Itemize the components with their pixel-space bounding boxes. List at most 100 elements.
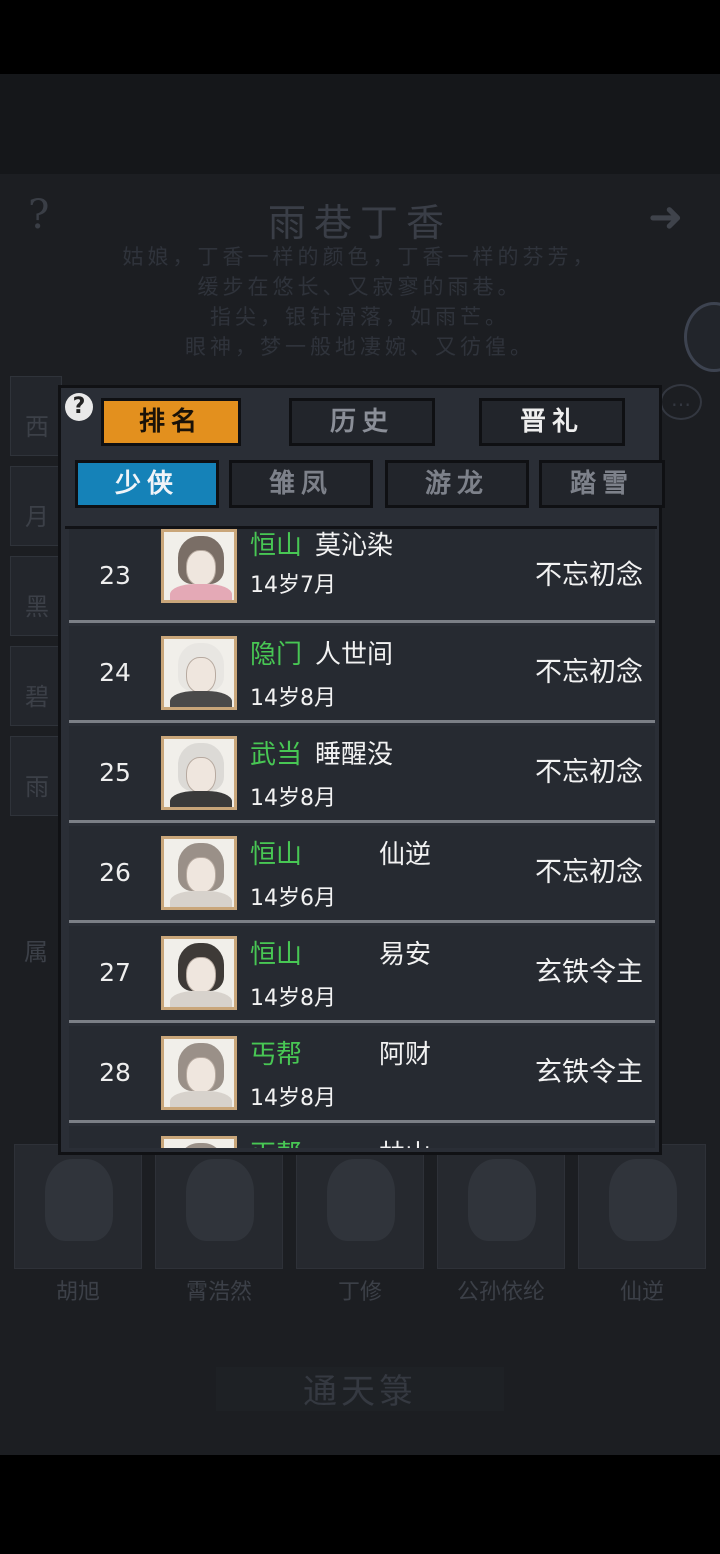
player-title: 玄铁令主	[535, 1057, 643, 1088]
tab-chufeng[interactable]: 雏凤	[229, 460, 373, 508]
portrait-name: 胡旭	[55, 1280, 100, 1305]
chat-bubble-icon: …	[660, 384, 702, 420]
portrait-card	[155, 1144, 283, 1269]
ranking-row[interactable]: 25 武当 睡醒没 14岁8月 不忘初念	[69, 726, 655, 823]
portrait-name: 丁修	[337, 1280, 382, 1305]
tab-history[interactable]: 历史	[289, 398, 435, 446]
player-title: 不忘初念	[535, 857, 643, 888]
avatar-shoulder	[170, 584, 232, 600]
player-age: 14岁8月	[250, 986, 336, 1011]
side-tab: 月	[10, 466, 62, 546]
poem-line: 缓步在悠长、又寂寥的雨巷。	[197, 275, 523, 299]
sect-label: 丐帮	[250, 1134, 302, 1148]
avatar	[161, 936, 237, 1010]
tab-youlong[interactable]: 游龙	[385, 460, 529, 508]
avatar	[161, 1036, 237, 1110]
avatar-face	[186, 757, 216, 793]
portrait-card	[578, 1144, 706, 1269]
sect-label: 武当	[250, 740, 303, 770]
portrait-card	[296, 1144, 424, 1269]
player-age: 14岁8月	[250, 686, 336, 711]
poem-line: 指尖，银针滑落，如雨芒。	[210, 305, 510, 329]
portrait-name: 公孙依纶	[456, 1280, 545, 1305]
ranking-row[interactable]: 丐帮 林山	[69, 1126, 655, 1148]
background-poem: 姑娘，丁香一样的颜色，丁香一样的芬芳， 缓步在悠长、又寂寥的雨巷。 指尖，银针滑…	[0, 242, 720, 362]
sect-label: 丐帮	[250, 1040, 303, 1070]
player-age: 14岁8月	[250, 786, 336, 811]
sect-label: 恒山	[250, 840, 303, 870]
status-bar	[0, 0, 720, 74]
help-icon[interactable]: ?	[65, 393, 93, 421]
background-header	[0, 74, 720, 174]
rank-number: 23	[99, 561, 131, 590]
player-title: 不忘初念	[535, 560, 643, 591]
player-name: 睡醒没	[315, 740, 394, 770]
avatar-hair	[178, 1143, 224, 1148]
rank-number: 27	[99, 958, 131, 987]
ranking-popup: ? 排名 历史 晋礼 少侠 雏凤 游龙 踏雪 23 恒山 莫沁染 14岁7月 不…	[58, 385, 665, 1155]
avatar	[161, 636, 237, 710]
player-name: 易安	[379, 940, 432, 970]
avatar-shoulder	[170, 791, 232, 807]
ranking-row[interactable]: 24 隐门 人世间 14岁8月 不忘初念	[69, 626, 655, 723]
ranking-row[interactable]: 27 恒山 易安 14岁8月 玄铁令主	[69, 926, 655, 1023]
side-tab: 西	[10, 376, 62, 456]
rank-number: 28	[99, 1058, 131, 1087]
portrait-silhouette	[186, 1159, 254, 1241]
portrait-silhouette	[327, 1159, 395, 1241]
tab-taxue[interactable]: 踏雪	[539, 460, 665, 508]
poem-line: 眼神，梦一般地凄婉、又彷徨。	[185, 335, 535, 359]
side-tab: 黑	[10, 556, 62, 636]
avatar-face	[186, 657, 216, 693]
player-name: 人世间	[315, 640, 394, 670]
avatar	[161, 836, 237, 910]
portrait-card	[437, 1144, 565, 1269]
tab-shaoxia[interactable]: 少侠	[75, 460, 219, 508]
player-age: 14岁7月	[250, 573, 336, 598]
player-age: 14岁6月	[250, 886, 336, 911]
portrait-card	[14, 1144, 142, 1269]
avatar-face	[186, 857, 216, 893]
avatar	[161, 736, 237, 810]
sect-label: 恒山	[250, 531, 303, 561]
next-arrow-icon: ➜	[648, 192, 684, 241]
player-title: 不忘初念	[535, 657, 643, 688]
ranking-row[interactable]: 23 恒山 莫沁染 14岁7月 不忘初念	[69, 529, 655, 623]
tab-ranking[interactable]: 排名	[101, 398, 241, 446]
avatar-shoulder	[170, 1091, 232, 1107]
tongtian-button-label: 通天箓	[303, 1372, 417, 1412]
player-name: 仙逆	[379, 840, 432, 870]
avatar	[161, 1136, 237, 1148]
sect-label: 恒山	[250, 940, 303, 970]
ranking-row[interactable]: 26 恒山 仙逆 14岁6月 不忘初念	[69, 826, 655, 923]
portrait-name: 霄浩然	[185, 1280, 252, 1305]
tab-ceremony[interactable]: 晋礼	[479, 398, 625, 446]
portrait-silhouette	[609, 1159, 677, 1241]
background-title: 雨巷丁香	[267, 201, 452, 245]
portrait-names: 胡旭 霄浩然 丁修 公孙依纶 仙逆	[14, 1274, 706, 1305]
rank-number: 26	[99, 858, 131, 887]
avatar-face	[186, 1057, 216, 1093]
portrait-silhouette	[45, 1159, 113, 1241]
player-age: 14岁8月	[250, 1086, 336, 1111]
player-title: 玄铁令主	[535, 957, 643, 988]
ranking-row[interactable]: 28 丐帮 阿财 14岁8月 玄铁令主	[69, 1026, 655, 1123]
navigation-bar	[0, 1455, 720, 1554]
player-name: 阿财	[379, 1040, 432, 1070]
side-tab: 雨	[10, 736, 62, 816]
avatar-face	[186, 957, 216, 993]
player-name: 林山	[379, 1134, 431, 1148]
rank-number: 24	[99, 658, 131, 687]
ranking-list[interactable]: 23 恒山 莫沁染 14岁7月 不忘初念 24 隐门 人世间 14岁8月 不忘初…	[65, 526, 657, 1148]
attribute-label: 属	[24, 938, 48, 966]
disciple-portraits	[14, 1144, 706, 1269]
portrait-silhouette	[468, 1159, 536, 1241]
avatar-shoulder	[170, 691, 232, 707]
rank-number: 25	[99, 758, 131, 787]
sect-label: 隐门	[250, 640, 303, 670]
avatar	[161, 529, 237, 603]
poem-line: 姑娘，丁香一样的颜色，丁香一样的芬芳，	[122, 245, 598, 269]
player-title: 不忘初念	[535, 757, 643, 788]
rank-number	[69, 1126, 161, 1148]
portrait-name: 仙逆	[619, 1280, 664, 1305]
